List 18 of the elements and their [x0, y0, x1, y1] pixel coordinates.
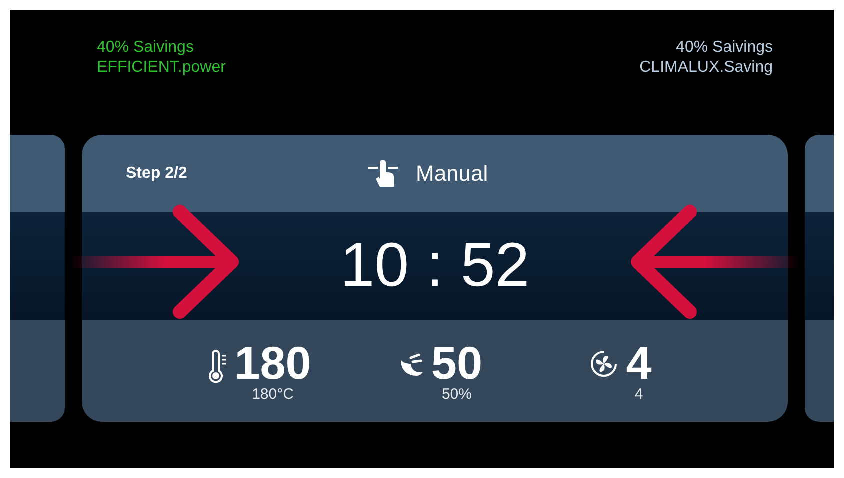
- savings-text: CLIMALUX.Saving: [640, 58, 773, 78]
- hand-pointer-icon: [366, 158, 400, 188]
- savings-text: EFFICIENT.power: [97, 58, 226, 78]
- side-card[interactable]: [805, 135, 834, 422]
- mode-label: Manual: [416, 160, 488, 186]
- side-card[interactable]: [10, 135, 65, 422]
- time-display: 10 : 52: [340, 235, 530, 297]
- reading-value: 4: [626, 340, 652, 386]
- reading-unit: 50%: [442, 386, 472, 402]
- savings-text: 40% Saivings: [97, 38, 194, 58]
- step-label: Step 2/2: [126, 164, 188, 182]
- thermometer-icon: [208, 350, 229, 384]
- reading-unit: 180°C: [252, 386, 294, 402]
- savings-text: 40% Saivings: [676, 38, 773, 58]
- step-card[interactable]: Step 2/2 Manual 10 : 52 180 180°C 50 50% 4 4: [82, 135, 788, 422]
- reading-value: 50: [431, 340, 483, 386]
- reading-unit: 4: [634, 386, 644, 402]
- reading-value: 180: [234, 340, 312, 386]
